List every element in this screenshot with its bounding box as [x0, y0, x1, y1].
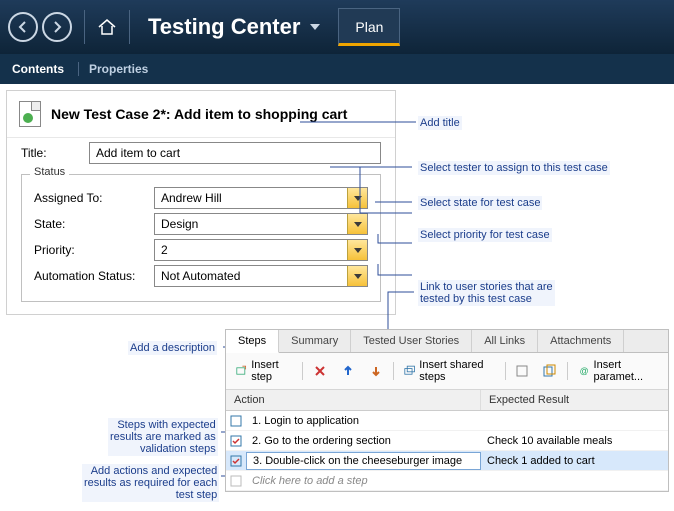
automation-value: Not Automated	[155, 269, 347, 283]
step-expected: Check 1 added to cart	[481, 453, 668, 469]
tab-attachments[interactable]: Attachments	[538, 330, 624, 352]
tab-plan[interactable]: Plan	[338, 8, 400, 46]
status-legend: Status	[30, 166, 69, 178]
step-row[interactable]: 2. Go to the ordering section Check 10 a…	[226, 431, 668, 451]
column-expected: Expected Result	[481, 390, 668, 410]
separator	[129, 10, 130, 44]
automation-label: Automation Status:	[34, 269, 154, 283]
column-action: Action	[226, 390, 481, 410]
insert-param-button[interactable]: @ Insert paramet...	[574, 357, 662, 385]
tab-contents[interactable]: Contents	[12, 62, 64, 76]
step-row[interactable]: 3. Double-click on the cheeseburger imag…	[226, 451, 668, 471]
tab-summary[interactable]: Summary	[279, 330, 351, 352]
copy-step-button[interactable]	[539, 362, 561, 380]
insert-step-icon	[236, 364, 247, 378]
priority-label: Priority:	[34, 243, 154, 257]
step-icon	[226, 415, 246, 427]
separator	[505, 362, 506, 380]
step-action: 2. Go to the ordering section	[246, 433, 481, 449]
callout-validation-steps: Steps with expectedresults are marked as…	[108, 418, 218, 456]
step-icon	[226, 475, 246, 487]
svg-text:@: @	[580, 366, 589, 376]
chevron-down-icon[interactable]	[347, 188, 367, 208]
separator	[567, 362, 568, 380]
step-expected	[481, 419, 668, 423]
param-icon: @	[578, 364, 589, 378]
move-down-button[interactable]	[365, 362, 387, 380]
chevron-down-icon[interactable]	[347, 266, 367, 286]
chevron-down-icon[interactable]	[347, 214, 367, 234]
step-action: 1. Login to application	[246, 413, 481, 429]
chevron-down-icon[interactable]	[347, 240, 367, 260]
callout-link-stories: Link to user stories that aretested by t…	[418, 280, 555, 306]
back-button[interactable]	[8, 12, 38, 42]
callout-select-priority: Select priority for test case	[418, 228, 552, 242]
steps-panel: Steps Summary Tested User Stories All Li…	[225, 329, 669, 492]
arrow-down-icon	[369, 364, 383, 378]
step-row[interactable]: 1. Login to application	[226, 411, 668, 431]
automation-combo[interactable]: Not Automated	[154, 265, 368, 287]
document-icon	[19, 101, 41, 127]
app-title: Testing Center	[148, 14, 300, 40]
priority-combo[interactable]: 2	[154, 239, 368, 261]
separator	[393, 362, 394, 380]
validation-step-icon	[226, 435, 246, 447]
separator	[78, 62, 79, 76]
separator	[84, 10, 85, 44]
move-up-button[interactable]	[337, 362, 359, 380]
title-input[interactable]	[89, 142, 381, 164]
chevron-down-icon[interactable]	[310, 24, 320, 30]
assigned-to-label: Assigned To:	[34, 191, 154, 205]
insert-step-button[interactable]: Insert step	[232, 357, 296, 385]
callout-add-title: Add title	[418, 116, 462, 130]
panel-title: New Test Case 2*: Add item to shopping c…	[51, 106, 347, 122]
add-step-row[interactable]: Click here to add a step	[226, 471, 668, 491]
tab-tested-user-stories[interactable]: Tested User Stories	[351, 330, 472, 352]
tab-all-links[interactable]: All Links	[472, 330, 538, 352]
step-action[interactable]: 3. Double-click on the cheeseburger imag…	[246, 452, 481, 470]
validation-step-icon	[226, 455, 246, 467]
callout-select-state: Select state for test case	[418, 196, 542, 210]
tab-properties[interactable]: Properties	[89, 62, 148, 76]
forward-button[interactable]	[42, 12, 72, 42]
shared-icon	[515, 364, 529, 378]
callout-select-tester: Select tester to assign to this test cas…	[418, 161, 610, 175]
insert-shared-button[interactable]: Insert shared steps	[400, 357, 499, 385]
home-button[interactable]	[93, 13, 121, 41]
arrow-up-icon	[341, 364, 355, 378]
callout-add-actions: Add actions and expectedresults as requi…	[82, 464, 219, 502]
delete-step-button[interactable]	[309, 362, 331, 380]
shared-steps-button[interactable]	[511, 362, 533, 380]
state-label: State:	[34, 217, 154, 231]
test-case-panel: New Test Case 2*: Add item to shopping c…	[6, 90, 396, 315]
assigned-to-value: Andrew Hill	[155, 191, 347, 205]
delete-icon	[313, 364, 327, 378]
state-combo[interactable]: Design	[154, 213, 368, 235]
callout-add-description: Add a description	[128, 341, 217, 355]
assigned-to-combo[interactable]: Andrew Hill	[154, 187, 368, 209]
title-label: Title:	[21, 146, 89, 160]
insert-shared-icon	[404, 364, 415, 378]
state-value: Design	[155, 217, 347, 231]
separator	[302, 362, 303, 380]
copy-icon	[543, 364, 557, 378]
step-expected: Check 10 available meals	[481, 433, 668, 449]
priority-value: 2	[155, 243, 347, 257]
tab-steps[interactable]: Steps	[226, 330, 279, 353]
add-step-placeholder: Click here to add a step	[246, 473, 481, 489]
